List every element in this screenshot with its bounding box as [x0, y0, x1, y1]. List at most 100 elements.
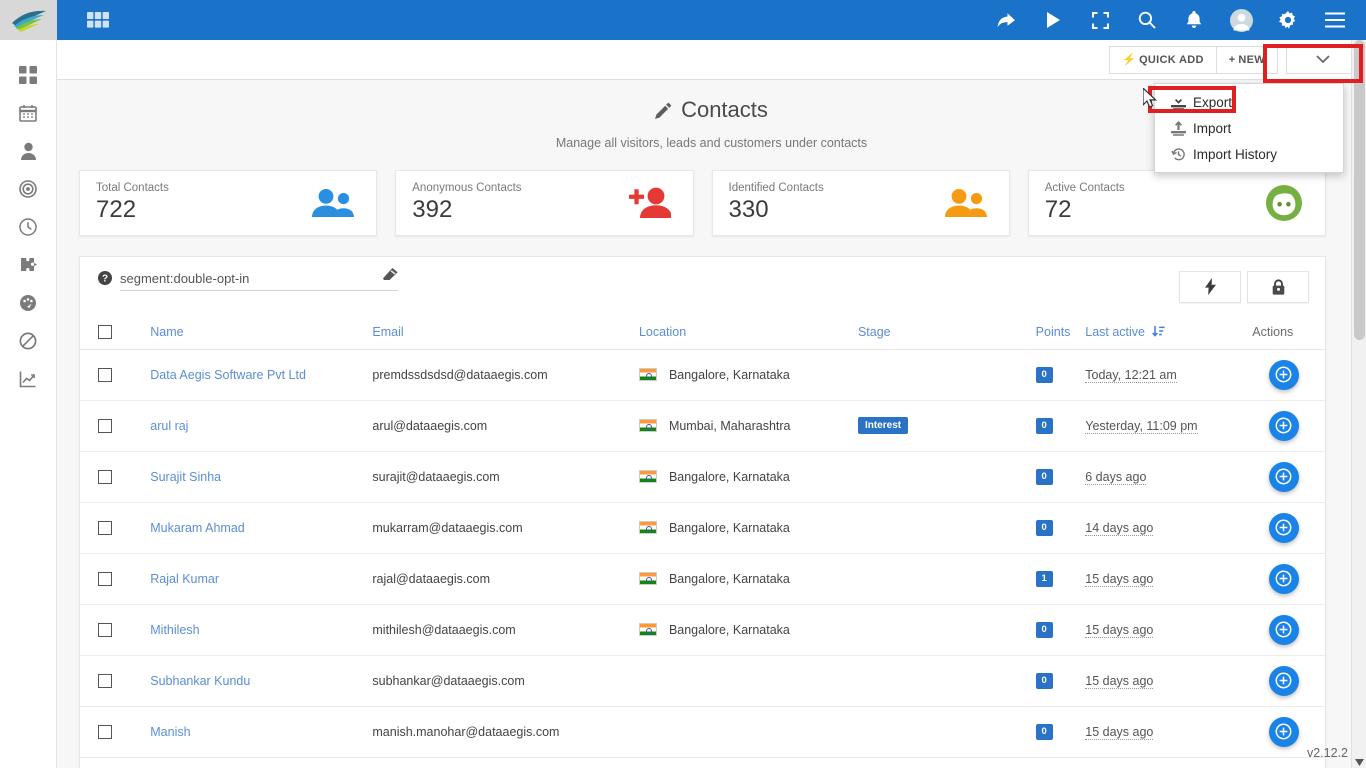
apps-grid-icon[interactable] [85, 7, 111, 33]
add-action-button[interactable] [1268, 614, 1299, 645]
column-header-email[interactable]: Email [372, 320, 639, 350]
sidebar-item-history[interactable] [11, 214, 45, 239]
stat-card-total-contacts[interactable]: Total Contacts 722 [79, 169, 378, 236]
hamburger-menu-icon[interactable] [1322, 7, 1348, 33]
row-checkbox[interactable] [98, 622, 112, 637]
contact-name-link[interactable]: Manish [150, 725, 190, 739]
sidebar-item-blocked[interactable] [11, 328, 45, 353]
contact-name-link[interactable]: Mukaram Ahmad [150, 521, 244, 535]
table-row[interactable]: arul raj arul@dataaegis.com Mumbai, Mahara… [80, 400, 1325, 452]
select-all-checkbox[interactable] [98, 324, 112, 339]
new-label: NEW [1238, 53, 1265, 66]
contact-name-link[interactable]: Subhankar Kundu [150, 674, 250, 688]
person-add-icon [628, 187, 671, 219]
last-active-text[interactable]: 6 days ago [1085, 469, 1147, 485]
table-row[interactable]: Surajit Sinha surajit@dataaegis.com Bangal… [80, 451, 1325, 503]
row-select-cell [80, 655, 151, 707]
question-mark-icon[interactable]: ? [98, 271, 112, 290]
contact-name-link[interactable]: arul raj [150, 419, 188, 433]
column-header-last-active[interactable]: Last active [1085, 320, 1243, 350]
add-action-button[interactable] [1268, 461, 1299, 492]
notifications-bell-icon[interactable] [1181, 7, 1207, 33]
menu-item-export[interactable]: Export [1155, 89, 1343, 115]
quick-add-button[interactable]: ⚡ QUICK ADD [1109, 45, 1217, 74]
row-checkbox[interactable] [98, 520, 112, 535]
contact-name-link[interactable]: Mithilesh [150, 623, 199, 637]
bulk-action-button[interactable] [1179, 270, 1241, 303]
share-icon[interactable] [993, 7, 1019, 33]
column-header-stage[interactable]: Stage [857, 320, 1036, 350]
add-action-button[interactable] [1268, 410, 1299, 441]
scroll-down-arrow[interactable] [1355, 759, 1364, 766]
cell-points: 0 [1035, 502, 1086, 554]
sort-descending-icon [1151, 325, 1165, 337]
search-icon[interactable] [1134, 7, 1160, 33]
last-active-text[interactable]: 15 days ago [1085, 571, 1154, 587]
last-active-text[interactable]: 15 days ago [1085, 622, 1154, 638]
table-row[interactable]: Rajal Kumar rajal@dataaegis.com Bangalore,… [80, 553, 1325, 605]
stat-label: Anonymous Contacts [412, 181, 522, 194]
scrollbar-thumb[interactable] [1354, 40, 1365, 340]
menu-item-import-history[interactable]: Import History [1155, 141, 1343, 167]
row-checkbox[interactable] [98, 724, 112, 739]
last-active-text[interactable]: Today, 12:21 am [1085, 367, 1177, 383]
last-active-text[interactable]: 14 days ago [1085, 520, 1154, 536]
stat-card-anonymous-contacts[interactable]: Anonymous Contacts 392 [395, 169, 694, 236]
brand-logo[interactable] [0, 0, 57, 40]
add-action-button[interactable] [1268, 716, 1299, 747]
user-avatar[interactable] [1228, 7, 1254, 33]
contact-name-link[interactable]: Rajal Kumar [150, 572, 219, 586]
last-active-text[interactable]: 15 days ago [1085, 724, 1154, 740]
play-icon[interactable] [1040, 7, 1066, 33]
row-checkbox[interactable] [98, 571, 112, 586]
table-row[interactable]: Mithilesh mithilesh@dataaegis.com Bangalor… [80, 604, 1325, 656]
table-row[interactable]: Data Aegis Software Pvt Ltd premdssdsdsd@… [80, 349, 1325, 401]
sidebar-item-contacts[interactable] [11, 138, 45, 163]
table-row[interactable]: Mukaram Ahmad mukarram@dataaegis.com Banga… [80, 502, 1325, 554]
add-action-button[interactable] [1268, 359, 1299, 390]
panel-toolbar: ? [80, 257, 1325, 303]
row-checkbox[interactable] [98, 469, 112, 484]
column-header-points[interactable]: Points [1035, 320, 1086, 350]
column-header-name[interactable]: Name [150, 320, 373, 350]
sidebar-item-reports[interactable] [11, 366, 45, 391]
sidebar-item-calendar[interactable] [11, 100, 45, 125]
stat-card-identified-contacts[interactable]: Identified Contacts 330 [711, 169, 1010, 236]
stat-card-active-contacts[interactable]: Active Contacts 72 [1027, 169, 1326, 236]
page-scrollbar[interactable] [1351, 40, 1366, 768]
cell-actions [1242, 553, 1325, 605]
add-action-button[interactable] [1268, 665, 1299, 696]
column-header-location[interactable]: Location [638, 320, 858, 350]
last-active-text[interactable]: 15 days ago [1085, 673, 1154, 689]
table-row[interactable]: Subhankar Kundu subhankar@dataaegis.com 0 1… [80, 655, 1325, 707]
menu-item-import[interactable]: Import [1155, 115, 1343, 141]
points-badge: 0 [1035, 724, 1053, 740]
contact-name-link[interactable]: Surajit Sinha [150, 470, 221, 484]
row-checkbox[interactable] [98, 673, 112, 688]
sidebar-item-integrations[interactable] [11, 252, 45, 277]
cell-actions [1242, 502, 1325, 554]
fullscreen-icon[interactable] [1087, 7, 1113, 33]
india-flag [638, 368, 657, 381]
more-actions-dropdown-button[interactable] [1286, 45, 1360, 74]
cell-stage [857, 553, 1036, 605]
sidebar-item-dashboard[interactable] [11, 62, 45, 87]
table-row[interactable]: Manish manish.manohar@dataaegis.com 0 15 da… [80, 706, 1325, 758]
eraser-icon[interactable] [383, 267, 398, 286]
new-button[interactable]: + NEW [1215, 45, 1278, 74]
cell-location: Bangalore, Karnataka [638, 349, 858, 401]
cell-location: Bangalore, Karnataka [638, 604, 858, 656]
sidebar-item-performance[interactable] [11, 290, 45, 315]
cell-last-active: 6 days ago [1085, 451, 1243, 503]
sidebar-item-targets[interactable] [11, 176, 45, 201]
last-active-text[interactable]: Yesterday, 11:09 pm [1085, 418, 1198, 434]
contact-name-link[interactable]: Data Aegis Software Pvt Ltd [150, 368, 306, 382]
cell-points: 0 [1035, 706, 1086, 758]
row-checkbox[interactable] [98, 418, 112, 433]
row-checkbox[interactable] [98, 367, 112, 382]
add-action-button[interactable] [1268, 563, 1299, 594]
add-action-button[interactable] [1268, 512, 1299, 543]
settings-gear-icon[interactable] [1275, 7, 1301, 33]
lock-button[interactable] [1247, 270, 1309, 303]
search-input[interactable] [120, 270, 398, 286]
